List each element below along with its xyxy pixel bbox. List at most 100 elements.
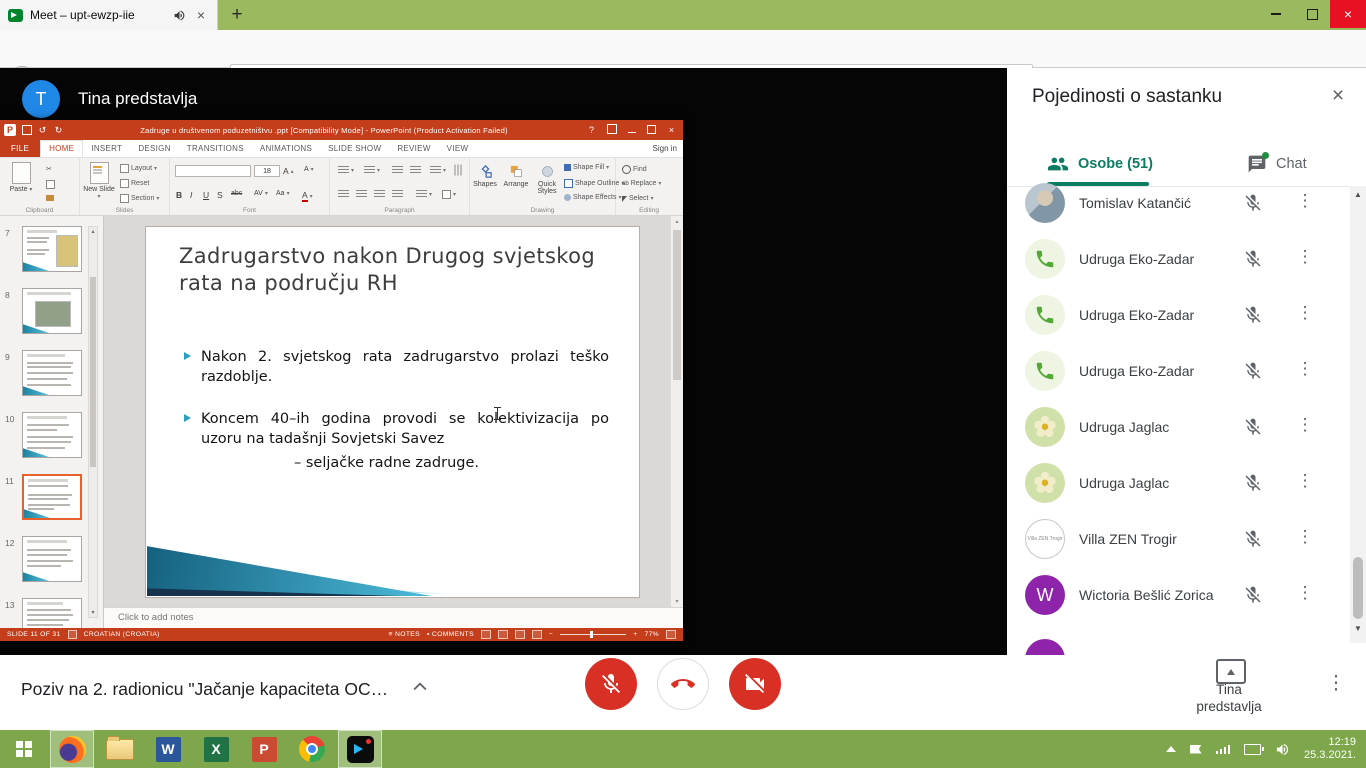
view-normal-icon[interactable] xyxy=(481,630,491,639)
ppt-ribbon-options-icon[interactable] xyxy=(604,124,619,136)
columns-button[interactable]: ▾ xyxy=(416,190,432,198)
slide-thumbnail-13[interactable] xyxy=(22,598,82,628)
participant-menu-icon[interactable]: ⋮ xyxy=(1293,527,1317,547)
tab-transitions[interactable]: TRANSITIONS xyxy=(179,140,252,157)
bullets-button[interactable]: ▾ xyxy=(338,166,354,174)
change-case-button[interactable]: Aa▾ xyxy=(276,190,290,197)
chevron-up-icon[interactable] xyxy=(410,677,430,697)
zoom-level[interactable]: 77% xyxy=(644,631,659,638)
participant-menu-icon[interactable]: ⋮ xyxy=(1293,415,1317,435)
justify-button[interactable] xyxy=(392,190,403,198)
undo-icon[interactable]: ↺ xyxy=(37,125,48,136)
reset-button[interactable]: Reset xyxy=(120,179,149,188)
select-button[interactable]: Select▾ xyxy=(622,195,653,202)
taskbar-powerpoint[interactable]: P xyxy=(242,730,286,768)
panel-scrollbar[interactable]: ▲ ▼ xyxy=(1350,186,1366,643)
slide-bullet-2[interactable]: Koncem 40–ih godina provodi se kolektivi… xyxy=(184,409,609,450)
copy-button[interactable] xyxy=(46,180,55,189)
italic-button[interactable]: I xyxy=(190,190,192,200)
view-sorter-icon[interactable] xyxy=(498,630,508,639)
camera-off-button[interactable] xyxy=(729,658,781,710)
tab-file[interactable]: FILE xyxy=(0,140,40,157)
mic-muted-icon[interactable] xyxy=(1243,585,1263,605)
paste-button[interactable]: Paste ▾ xyxy=(4,162,38,193)
notes-toggle[interactable]: ≡ NOTES xyxy=(389,631,420,638)
fit-to-window-icon[interactable] xyxy=(666,630,676,639)
align-right-button[interactable] xyxy=(374,190,385,198)
participant-row[interactable]: Tomislav Katančić ⋮ xyxy=(1007,175,1350,231)
zoom-slider[interactable] xyxy=(560,634,626,635)
start-button[interactable] xyxy=(0,730,48,768)
participant-menu-icon[interactable]: ⋮ xyxy=(1293,583,1317,603)
slide-bullet-2-sub[interactable]: – seljačke radne zadruge. xyxy=(294,455,479,471)
view-reading-icon[interactable] xyxy=(515,630,525,639)
ppt-close-button[interactable]: × xyxy=(664,125,679,135)
mic-muted-icon[interactable] xyxy=(1243,249,1263,269)
tab-audio-icon[interactable] xyxy=(173,9,186,22)
quick-styles-button[interactable]: Quick Styles xyxy=(532,162,562,195)
ppt-minimize-button[interactable] xyxy=(624,125,639,135)
taskbar-excel[interactable]: X xyxy=(194,730,238,768)
battery-icon[interactable] xyxy=(1244,744,1261,755)
tab-slideshow[interactable]: SLIDE SHOW xyxy=(320,140,389,157)
increase-indent-button[interactable] xyxy=(410,166,421,174)
panel-close-icon[interactable]: × xyxy=(1326,84,1350,108)
tab-review[interactable]: REVIEW xyxy=(389,140,438,157)
bold-button[interactable]: B xyxy=(176,190,182,200)
participant-menu-icon[interactable]: ⋮ xyxy=(1293,191,1317,211)
slide-editor[interactable]: Zadrugarstvo nakon Drugog svjetskog rata… xyxy=(145,226,640,598)
taskbar-explorer[interactable] xyxy=(98,730,142,768)
mic-muted-icon[interactable] xyxy=(1243,193,1263,213)
network-icon[interactable] xyxy=(1216,745,1231,754)
mic-muted-icon[interactable] xyxy=(1243,417,1263,437)
mic-muted-icon[interactable] xyxy=(1243,473,1263,493)
cut-button[interactable]: ✂ xyxy=(46,165,52,173)
tab-animations[interactable]: ANIMATIONS xyxy=(252,140,320,157)
slide-bullet-1[interactable]: Nakon 2. svjetskog rata zadrugarstvo pro… xyxy=(184,347,609,388)
participant-menu-icon[interactable]: ⋮ xyxy=(1293,359,1317,379)
sign-in-link[interactable]: Sign in xyxy=(653,140,683,157)
tab-home[interactable]: HOME xyxy=(40,140,83,157)
format-painter-button[interactable] xyxy=(46,195,54,201)
participant-row[interactable]: Udruga Jaglac ⋮ xyxy=(1007,399,1350,455)
tab-design[interactable]: DESIGN xyxy=(130,140,178,157)
new-slide-button[interactable]: New Slide ▾ xyxy=(82,162,116,200)
redo-icon[interactable]: ↻ xyxy=(53,125,64,136)
numbering-button[interactable]: ▾ xyxy=(364,166,380,174)
more-options-icon[interactable]: ⋮ xyxy=(1324,672,1348,695)
shape-effects-button[interactable]: Shape Effects▾ xyxy=(564,194,621,201)
align-left-button[interactable] xyxy=(338,190,349,198)
mic-muted-icon[interactable] xyxy=(1243,529,1263,549)
taskbar-recorder[interactable] xyxy=(338,730,382,768)
shadow-button[interactable]: S xyxy=(217,190,223,200)
shrink-font-button[interactable]: A▾ xyxy=(304,166,314,173)
participant-row[interactable]: Udruga Jaglac ⋮ xyxy=(1007,455,1350,511)
comments-toggle[interactable]: ▪ COMMENTS xyxy=(427,631,474,638)
window-close-button[interactable]: × xyxy=(1330,0,1366,28)
shapes-button[interactable]: Shapes xyxy=(470,162,500,188)
new-tab-button[interactable]: + xyxy=(224,2,250,28)
thumbnail-scrollbar[interactable]: ▴ ▾ xyxy=(88,226,98,618)
window-restore-button[interactable] xyxy=(1294,0,1330,28)
slide-thumbnail-10[interactable] xyxy=(22,412,82,458)
slide-scrollbar[interactable]: ▴ ▾ xyxy=(670,216,683,607)
participant-row[interactable]: Villa ZEN Trogir Villa ZEN Trogir ⋮ xyxy=(1007,511,1350,567)
mic-muted-icon[interactable] xyxy=(1243,361,1263,381)
font-color-button[interactable]: A▾ xyxy=(302,190,313,202)
line-spacing-button[interactable]: ▾ xyxy=(430,166,446,174)
find-button[interactable]: Find xyxy=(622,165,647,174)
underline-button[interactable]: U xyxy=(203,190,209,200)
zoom-in-button[interactable]: + xyxy=(633,631,637,638)
notes-pane[interactable]: Click to add notes xyxy=(104,607,683,628)
shape-fill-button[interactable]: Shape Fill▾ xyxy=(564,164,609,171)
slide-thumbnail-11-selected[interactable] xyxy=(22,474,82,520)
layout-button[interactable]: Layout▾ xyxy=(120,164,157,173)
action-center-icon[interactable] xyxy=(1190,745,1202,754)
align-center-button[interactable] xyxy=(356,190,367,198)
participant-menu-icon[interactable]: ⋮ xyxy=(1293,471,1317,491)
browser-tab-meet[interactable]: Meet – upt-ewzp-iie × xyxy=(0,0,218,30)
tab-close-icon[interactable]: × xyxy=(193,7,209,23)
tray-expand-icon[interactable] xyxy=(1166,746,1176,752)
volume-icon[interactable] xyxy=(1275,742,1290,757)
taskbar-firefox[interactable] xyxy=(50,730,94,768)
